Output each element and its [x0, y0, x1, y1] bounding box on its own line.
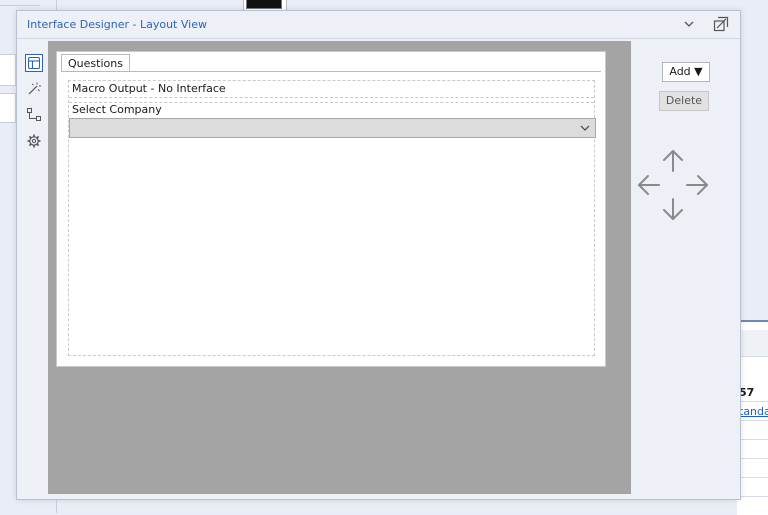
layout-canvas: Questions Macro Output - No Interface Se…: [48, 41, 631, 494]
magic-wand-icon: [28, 82, 41, 95]
macro-output-label[interactable]: Macro Output - No Interface: [69, 81, 594, 98]
background-results-row: [737, 479, 768, 497]
float-window-icon[interactable]: [713, 16, 729, 32]
tree-icon: [27, 108, 41, 121]
tree-view-tool[interactable]: [25, 106, 43, 124]
arrow-right-icon[interactable]: [686, 175, 708, 195]
tab-divider: [61, 71, 601, 72]
chevron-down-icon[interactable]: [682, 15, 696, 33]
properties-tool[interactable]: [25, 132, 43, 150]
background-results-panel: 57 tanda: [737, 320, 768, 515]
window-title: Interface Designer - Layout View: [27, 18, 207, 31]
select-company-label[interactable]: Select Company: [72, 104, 162, 116]
background-results-row: [737, 441, 768, 459]
background-results-row: [737, 460, 768, 478]
actions-tool[interactable]: [25, 80, 43, 98]
background-divider: [0, 5, 40, 6]
tab-questions[interactable]: Questions: [61, 54, 130, 72]
layout-view-tool[interactable]: [25, 54, 43, 72]
background-results-row: [737, 422, 768, 440]
layout-icon: [28, 57, 40, 69]
background-results-header: [737, 330, 768, 357]
interface-designer-window: Interface Designer - Layout View Questio…: [16, 10, 741, 500]
background-color-swatch: [246, 0, 282, 9]
add-button[interactable]: Add ▼: [662, 62, 710, 82]
delete-button[interactable]: Delete: [659, 91, 709, 111]
arrow-up-icon[interactable]: [663, 150, 683, 172]
arrow-down-icon[interactable]: [663, 198, 683, 220]
background-results-link[interactable]: tanda: [737, 403, 768, 421]
background-left-item: [0, 54, 16, 86]
window-titlebar: Interface Designer - Layout View: [17, 11, 740, 39]
questions-container: Macro Output - No Interface Select Compa…: [68, 80, 596, 356]
background-results-cell: 57: [737, 384, 768, 402]
layout-controls: Add ▼ Delete: [631, 41, 741, 496]
move-arrows: [638, 150, 708, 220]
designer-tool-rail: [17, 39, 47, 499]
arrow-left-icon[interactable]: [638, 175, 660, 195]
chevron-down-icon: [580, 125, 590, 131]
gear-icon: [27, 134, 41, 148]
select-company-dropdown[interactable]: [69, 118, 596, 138]
background-left-item: [0, 93, 16, 123]
form-panel: Questions Macro Output - No Interface Se…: [56, 51, 606, 367]
